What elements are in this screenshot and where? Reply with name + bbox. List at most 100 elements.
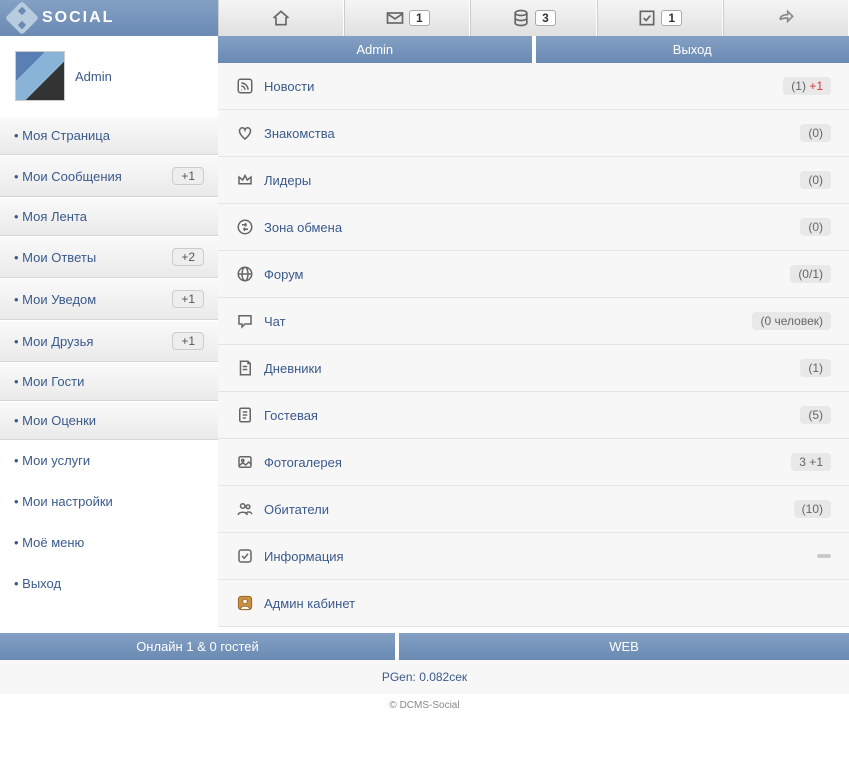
chat-icon [236,312,254,330]
copyright-text: © DCMS-Social [0,694,849,717]
feed-item-count: (0) [800,124,831,142]
feed-item-label: Знакомства [264,126,335,141]
logo-text: SOCIAL [42,9,114,27]
nav-check[interactable]: 1 [597,0,723,36]
admin-icon [236,594,254,612]
sidebar-item-7[interactable]: • Мои Оценки [0,401,218,440]
photo-icon [236,453,254,471]
pgen-text: PGen: 0.082сек [0,660,849,694]
sidebar-item-label: • Моё меню [14,535,84,550]
feed-item-8[interactable]: Фотогалерея 3 +1 [218,439,849,486]
feed-item-label: Гостевая [264,408,318,423]
sidebar-item-9[interactable]: • Мои настройки [0,481,218,522]
sidebar-item-badge: +1 [172,332,204,350]
dash-icon [817,554,831,558]
feed-item-1[interactable]: Знакомства (0) [218,110,849,157]
home-icon [271,8,291,28]
feed-item-label: Обитатели [264,502,329,517]
sidebar-item-label: • Моя Лента [14,209,87,224]
feed-item-label: Лидеры [264,173,311,188]
feed-item-9[interactable]: Обитатели (10) [218,486,849,533]
sidebar-item-4[interactable]: • Мои Уведом +1 [0,278,218,320]
sidebar-item-0[interactable]: • Моя Страница [0,116,218,155]
footer-tabs: Онлайн 1 & 0 гостей WEB [0,633,849,660]
feed-item-0[interactable]: Новости (1) +1 [218,63,849,110]
user-name: Admin [75,69,112,84]
sidebar-item-label: • Выход [14,576,61,591]
rss-icon [236,77,254,95]
sidebar-item-5[interactable]: • Мои Друзья +1 [0,320,218,362]
nav-mail[interactable]: 1 [344,0,470,36]
footer-online[interactable]: Онлайн 1 & 0 гостей [0,633,395,660]
sidebar-item-badge: +1 [172,290,204,308]
guest-icon [236,406,254,424]
nav-home[interactable] [218,0,344,36]
check-icon [637,8,657,28]
feed-item-label: Новости [264,79,314,94]
feed-item-count: (0) [800,171,831,189]
sidebar-item-label: • Мои Гости [14,374,84,389]
feed-item-2[interactable]: Лидеры (0) [218,157,849,204]
sidebar-item-label: • Мои Сообщения [14,169,122,184]
feed-item-label: Информация [264,549,344,564]
nav-forward[interactable] [723,0,849,36]
feed-item-10[interactable]: Информация [218,533,849,580]
sidebar-item-1[interactable]: • Мои Сообщения +1 [0,155,218,197]
feed-item-3[interactable]: Зона обмена(0) [218,204,849,251]
user-box[interactable]: Admin [0,36,218,116]
feed-item-11[interactable]: Админ кабинет [218,580,849,627]
stack-badge: 3 [535,10,556,26]
feed-item-4[interactable]: Форум(0/1) [218,251,849,298]
feed-item-count: (5) [800,406,831,424]
info-icon [236,547,254,565]
sidebar-item-label: • Мои Друзья [14,334,93,349]
sidebar-item-label: • Мои настройки [14,494,113,509]
feed-item-label: Фотогалерея [264,455,342,470]
feed-item-count: (1) +1 [783,77,831,95]
mail-badge: 1 [409,10,430,26]
sidebar-item-badge: +2 [172,248,204,266]
sidebar-item-label: • Мои Уведом [14,292,96,307]
tab-exit[interactable]: Выход [536,36,849,63]
logo-icon [5,1,39,35]
check-badge: 1 [661,10,682,26]
stack-icon [511,8,531,28]
sidebar-item-2[interactable]: • Моя Лента [0,197,218,236]
feed-item-6[interactable]: Дневники (1) [218,345,849,392]
feed-item-count: (10) [794,500,831,518]
feed-item-count: (0 человек) [752,312,831,330]
nav-stack[interactable]: 3 [470,0,596,36]
mail-icon [385,8,405,28]
feed-item-count: (1) [800,359,831,377]
top-bar: SOCIAL 1 3 1 [0,0,849,36]
feed-item-count: 3 +1 [791,453,831,471]
feed-item-label: Дневники [264,361,322,376]
feed-item-label: Чат [264,314,286,329]
sidebar: Admin • Моя Страница• Мои Сообщения+1• М… [0,36,218,627]
sidebar-item-10[interactable]: • Моё меню [0,522,218,563]
heart-icon [236,124,254,142]
users-icon [236,500,254,518]
footer-web[interactable]: WEB [399,633,849,660]
sidebar-item-6[interactable]: • Мои Гости [0,362,218,401]
avatar [15,51,65,101]
logo[interactable]: SOCIAL [0,0,218,36]
sidebar-item-badge: +1 [172,167,204,185]
crown-icon [236,171,254,189]
sidebar-item-label: • Моя Страница [14,128,110,143]
tab-admin[interactable]: Admin [218,36,532,63]
sidebar-item-11[interactable]: • Выход [0,563,218,604]
feed-item-label: Форум [264,267,304,282]
sidebar-item-8[interactable]: • Мои услуги [0,440,218,481]
feed-item-5[interactable]: Чат (0 человек) [218,298,849,345]
sidebar-item-label: • Мои услуги [14,453,90,468]
forward-icon [776,8,796,28]
feed-item-7[interactable]: Гостевая (5) [218,392,849,439]
book-icon [236,359,254,377]
sidebar-item-label: • Мои Оценки [14,413,96,428]
feed-item-count: (0) [800,218,831,236]
exchange-icon [236,218,254,236]
feed-item-label: Админ кабинет [264,596,355,611]
sidebar-item-3[interactable]: • Мои Ответы+2 [0,236,218,278]
globe-icon [236,265,254,283]
